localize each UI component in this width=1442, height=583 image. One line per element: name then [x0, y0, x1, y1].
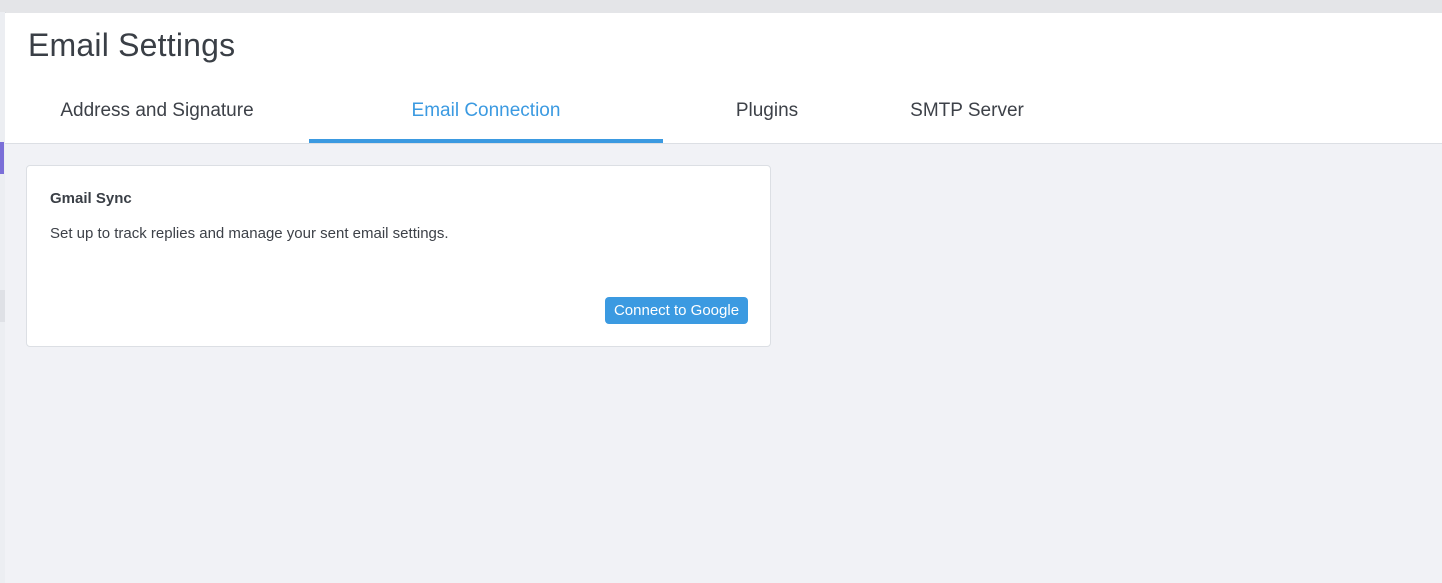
- settings-tabs: Address and Signature Email Connection P…: [5, 91, 1105, 143]
- tab-plugins[interactable]: Plugins: [717, 91, 817, 143]
- card-title: Gmail Sync: [50, 190, 132, 207]
- page-title: Email Settings: [28, 27, 236, 63]
- tab-smtp-server[interactable]: SMTP Server: [885, 91, 1049, 143]
- app-frame: Email Settings Address and Signature Ema…: [0, 0, 1442, 583]
- nav-active-indicator: [0, 142, 4, 174]
- gmail-sync-card: Gmail Sync Set up to track replies and m…: [26, 165, 771, 347]
- email-settings-page: Email Settings Address and Signature Ema…: [5, 13, 1442, 583]
- tab-address-and-signature[interactable]: Address and Signature: [29, 91, 285, 143]
- tab-email-connection[interactable]: Email Connection: [309, 91, 663, 143]
- connect-to-google-button[interactable]: Connect to Google: [605, 297, 748, 324]
- settings-header: Email Settings Address and Signature Ema…: [5, 13, 1442, 144]
- card-description: Set up to track replies and manage your …: [50, 225, 449, 242]
